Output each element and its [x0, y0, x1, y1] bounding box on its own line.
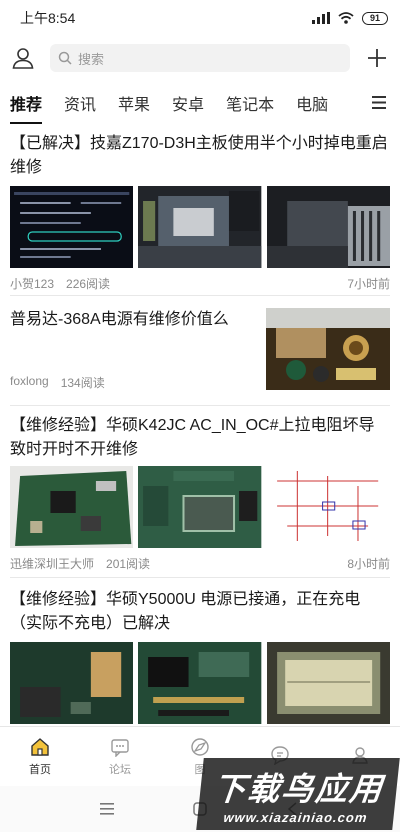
article-reads: 201阅读 — [106, 557, 151, 571]
search-input[interactable]: 搜索 — [50, 44, 350, 72]
thumbnail-image — [10, 466, 134, 548]
thumbnail-image — [10, 642, 134, 724]
nav-label: 论坛 — [109, 763, 131, 776]
thumbnail-image — [138, 466, 262, 548]
watermark-url: www.xiazainiao.com — [222, 809, 369, 825]
forum-icon — [111, 738, 129, 757]
category-tabs: 推荐 资讯 苹果 安卓 笔记本 电脑 — [0, 84, 400, 124]
article-thumbnails — [10, 186, 390, 268]
tab-laptop[interactable]: 笔记本 — [226, 91, 274, 115]
signal-icon — [312, 12, 330, 24]
tab-recommend[interactable]: 推荐 — [10, 91, 43, 124]
nav-label: 首页 — [29, 763, 51, 776]
article-author[interactable]: 迅维深圳王大师 — [10, 555, 94, 572]
article-reads: 226阅读 — [66, 277, 111, 291]
tab-computer[interactable]: 电脑 — [296, 91, 328, 115]
plus-icon — [368, 49, 386, 67]
tabs-fade — [332, 84, 362, 122]
status-bar: 上午8:54 91 — [0, 0, 400, 36]
article-meta: 小贺123 226阅读 7小时前 — [10, 275, 390, 292]
article-title: 【已解决】技嘉Z170-D3H主板使用半个小时掉电重启维修 — [10, 135, 388, 176]
article-item[interactable]: 【已解决】技嘉Z170-D3H主板使用半个小时掉电重启维修 小贺123 226阅… — [0, 124, 400, 296]
profile-button[interactable] — [0, 46, 46, 70]
nav-home[interactable]: 首页 — [0, 727, 80, 786]
status-time: 上午8:54 — [20, 10, 76, 26]
wifi-icon — [338, 12, 354, 24]
user-icon — [12, 48, 34, 69]
article-title: 普易达-368A电源有维修价值么 — [10, 311, 229, 328]
article-title: 【维修经验】华硕Y5000U 电源已接通，正在充电（实际不充电）已解决 — [10, 591, 361, 632]
thumbnail-image — [266, 186, 390, 268]
search-icon — [58, 51, 72, 65]
article-thumbnails — [10, 466, 390, 548]
article-author[interactable]: foxlong — [10, 374, 49, 391]
article-reads: 134阅读 — [60, 376, 105, 390]
menu-icon[interactable] — [99, 803, 114, 815]
nav-forum[interactable]: 论坛 — [80, 727, 160, 786]
status-icons: 91 — [312, 11, 388, 25]
article-item[interactable]: 【维修经验】华硕Y5000U 电源已接通，正在充电（实际不充电）已解决 — [0, 578, 400, 724]
watermark-title: 下载鸟应用 — [211, 770, 386, 807]
thumbnail-image — [266, 466, 390, 548]
battery-icon: 91 — [362, 11, 388, 25]
article-thumbnails — [10, 642, 390, 724]
article-author[interactable]: 小贺123 — [10, 275, 54, 292]
article-feed: 【已解决】技嘉Z170-D3H主板使用半个小时掉电重启维修 小贺123 226阅… — [0, 124, 400, 724]
home-icon — [31, 737, 49, 756]
tab-android[interactable]: 安卓 — [172, 91, 204, 115]
article-meta: foxlong 134阅读 — [10, 374, 390, 391]
thumbnail-image — [138, 642, 262, 724]
image-icon — [191, 737, 209, 756]
menu-icon[interactable] — [372, 96, 386, 109]
add-button[interactable] — [354, 48, 400, 68]
thumbnail-image — [266, 642, 390, 724]
article-time: 8小时前 — [347, 557, 390, 571]
watermark-logo: 下载鸟应用 www.xiazainiao.com — [196, 758, 400, 830]
search-placeholder: 搜索 — [78, 51, 105, 67]
article-item[interactable]: 【维修经验】华硕K42JC AC_IN_OC#上拉电阻坏导致时开时不开维修 迅维… — [0, 406, 400, 578]
article-item[interactable]: 普易达-368A电源有维修价值么 foxlong 134阅读 — [0, 296, 400, 406]
thumbnail-image — [138, 186, 262, 268]
thumbnail-image — [10, 186, 134, 268]
article-time: 7小时前 — [347, 277, 390, 291]
tab-apple[interactable]: 苹果 — [118, 91, 150, 115]
tab-news[interactable]: 资讯 — [64, 91, 96, 115]
article-meta: 迅维深圳王大师 201阅读 8小时前 — [10, 555, 390, 572]
article-title: 【维修经验】华硕K42JC AC_IN_OC#上拉电阻坏导致时开时不开维修 — [10, 417, 375, 458]
top-bar: 搜索 — [0, 40, 400, 76]
